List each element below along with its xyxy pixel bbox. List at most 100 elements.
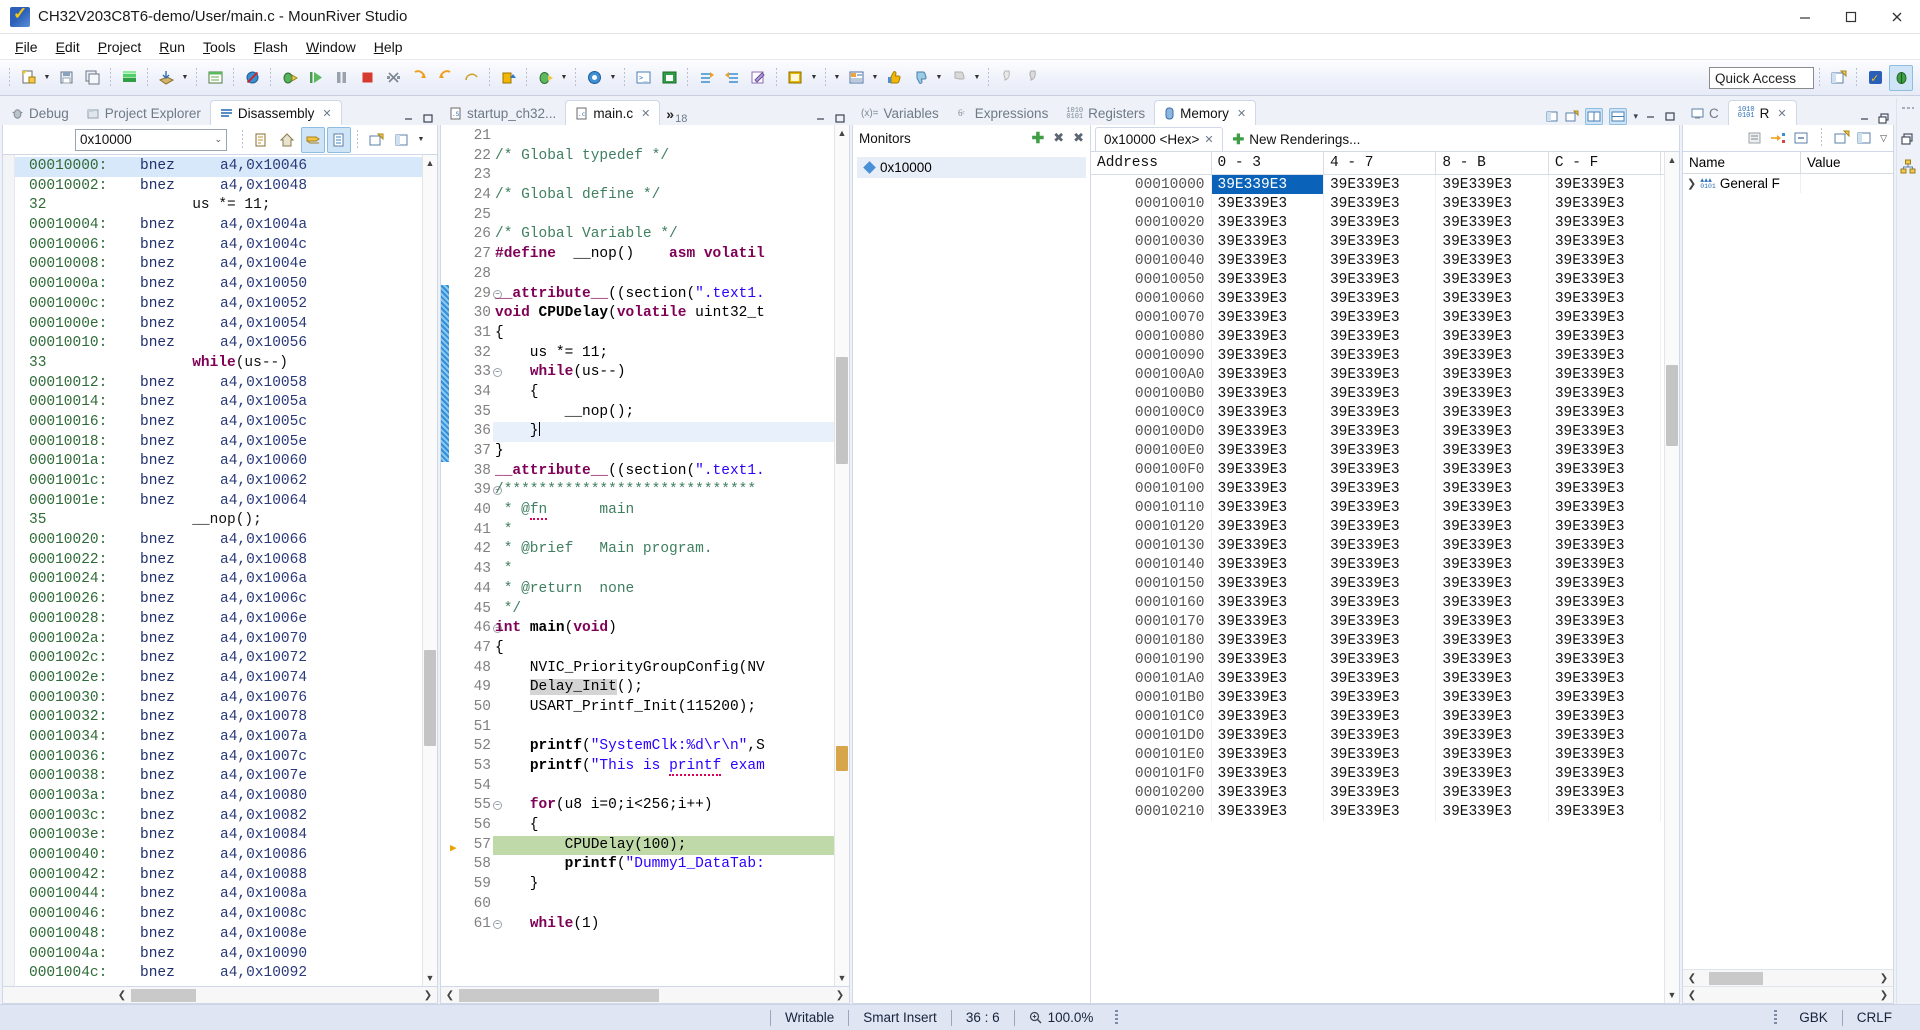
memory-data-cell[interactable]: 39E339E3 xyxy=(1211,289,1324,308)
memory-data-cell[interactable]: 39E339E3 xyxy=(1211,232,1324,251)
editor-line-number[interactable]: 32 xyxy=(449,344,493,364)
memory-data-cell[interactable]: 39E339E3 xyxy=(1211,422,1324,441)
editor-line-number[interactable]: 50 xyxy=(449,698,493,718)
memory-data-cell[interactable]: 39E339E3 xyxy=(1435,422,1549,441)
memory-row[interactable]: 00010180 39E339E3 39E339E3 39E339E3 39E339E3 xyxy=(1091,631,1679,650)
memory-column-header[interactable]: 8 - B xyxy=(1435,152,1549,175)
editor-line-number[interactable]: 37 xyxy=(449,442,493,462)
memory-data-cell[interactable]: 39E339E3 xyxy=(1435,441,1549,460)
memory-data-cell[interactable]: 39E339E3 xyxy=(1435,669,1549,688)
memory-data-cell[interactable]: 39E339E3 xyxy=(1435,745,1549,764)
editor-line-number[interactable]: 59 xyxy=(449,875,493,895)
memory-data-cell[interactable]: 39E339E3 xyxy=(1211,270,1324,289)
memory-row[interactable]: 00010030 39E339E3 39E339E3 39E339E3 39E339E3 xyxy=(1091,232,1679,251)
memory-data-cell[interactable]: 39E339E3 xyxy=(1435,213,1549,232)
disassembly-instruction-row[interactable]: 00010006: bnez a4,0x1004c xyxy=(15,236,437,256)
editor-line-number[interactable]: 47 xyxy=(449,639,493,659)
memory-data-cell[interactable]: 39E339E3 xyxy=(1548,593,1662,612)
remove-all-monitors-icon[interactable]: ✖ xyxy=(1073,130,1084,146)
show-addresses-icon[interactable] xyxy=(301,126,325,153)
disassembly-instruction-row[interactable]: 00010002: bnez a4,0x10048 xyxy=(15,177,437,197)
editor-line-number[interactable]: 35 xyxy=(449,403,493,423)
pin-view-icon[interactable] xyxy=(1545,110,1559,123)
maximize-editor-icon[interactable] xyxy=(833,112,846,125)
memory-data-cell[interactable]: 39E339E3 xyxy=(1548,555,1662,574)
memory-row[interactable]: 00010190 39E339E3 39E339E3 39E339E3 39E339E3 xyxy=(1091,650,1679,669)
memory-view-menu-chevron-icon[interactable]: ▾ xyxy=(1633,111,1638,122)
memory-data-cell[interactable]: 39E339E3 xyxy=(1211,174,1324,194)
disassembly-instruction-row[interactable]: 00010020: bnez a4,0x10066 xyxy=(15,531,437,551)
memory-data-cell[interactable]: 39E339E3 xyxy=(1323,593,1437,612)
editor-code-line[interactable] xyxy=(493,895,849,915)
editor-code-line[interactable]: printf("Dummy1_DataTab: xyxy=(493,855,849,875)
memory-data-cell[interactable]: 39E339E3 xyxy=(1435,194,1549,213)
scroll-left-icon[interactable]: ❮ xyxy=(441,990,459,1001)
memory-data-cell[interactable]: 39E339E3 xyxy=(1323,479,1437,498)
profile-dropdown[interactable] xyxy=(607,65,619,91)
menu-run[interactable]: Run xyxy=(150,36,194,58)
memory-data-cell[interactable]: 39E339E3 xyxy=(1211,308,1324,327)
menu-file[interactable]: File xyxy=(6,36,47,58)
memory-data-cell[interactable]: 39E339E3 xyxy=(1323,650,1437,669)
properties-dropdown[interactable] xyxy=(869,65,881,91)
memory-data-cell[interactable]: 39E339E3 xyxy=(1323,384,1437,403)
memory-data-cell[interactable]: 39E339E3 xyxy=(1548,174,1662,194)
disassembly-instruction-row[interactable]: 00010012: bnez a4,0x10058 xyxy=(15,374,437,394)
minimize-registers-icon[interactable] xyxy=(1858,112,1871,125)
memory-data-cell[interactable]: 39E339E3 xyxy=(1323,574,1437,593)
editor-vertical-scrollbar[interactable]: ▲ ▼ xyxy=(834,125,849,986)
memory-data-cell[interactable]: 39E339E3 xyxy=(1548,289,1662,308)
scroll-thumb-h[interactable] xyxy=(131,988,196,1002)
disassembly-instruction-row[interactable]: 0001004c: bnez a4,0x10092 xyxy=(15,964,437,984)
editor-code-line[interactable]: int main(void) xyxy=(493,619,849,639)
memory-row[interactable]: 000101A0 39E339E3 39E339E3 39E339E3 39E339E3 xyxy=(1091,669,1679,688)
minimize-button[interactable] xyxy=(1782,0,1828,34)
scroll-left-icon[interactable]: ❮ xyxy=(1683,990,1701,1001)
memory-data-cell[interactable]: 39E339E3 xyxy=(1435,289,1549,308)
memory-row[interactable]: 00010010 39E339E3 39E339E3 39E339E3 39E339E3 xyxy=(1091,194,1679,213)
disassembly-source-row[interactable]: 32 us *= 11; xyxy=(15,196,437,216)
scroll-thumb-h[interactable] xyxy=(459,988,659,1002)
disassembly-instruction-row[interactable]: 0001003a: bnez a4,0x10080 xyxy=(15,787,437,807)
editor-code-line[interactable]: /***************************** xyxy=(493,481,849,501)
disassembly-instruction-row[interactable]: 00010016: bnez a4,0x1005c xyxy=(15,413,437,433)
memory-data-cell[interactable]: 39E339E3 xyxy=(1435,593,1549,612)
step-into-icon[interactable] xyxy=(407,65,431,91)
editor-line-number[interactable]: 34 xyxy=(449,383,493,403)
editor-line-number[interactable]: 26 xyxy=(449,225,493,245)
memory-row[interactable]: 00010150 39E339E3 39E339E3 39E339E3 39E339E3 xyxy=(1091,574,1679,593)
memory-data-cell[interactable]: 39E339E3 xyxy=(1435,384,1549,403)
memory-data-cell[interactable]: 39E339E3 xyxy=(1211,517,1324,536)
registers-row[interactable]: ❯ ▲▲▲ 0101 General F xyxy=(1683,174,1893,193)
step-over-icon[interactable] xyxy=(433,65,457,91)
disassembly-address-combo[interactable]: 0x10000 ⌄ xyxy=(75,128,227,151)
memory-data-cell[interactable]: 39E339E3 xyxy=(1211,441,1324,460)
memory-row[interactable]: 00010110 39E339E3 39E339E3 39E339E3 39E339E3 xyxy=(1091,498,1679,517)
memory-data-cell[interactable]: 39E339E3 xyxy=(1548,479,1662,498)
disassembly-instruction-row[interactable]: 0001004a: bnez a4,0x10090 xyxy=(15,945,437,965)
memory-data-cell[interactable]: 39E339E3 xyxy=(1435,327,1549,346)
registers-row-name-cell[interactable]: ❯ ▲▲▲ 0101 General F xyxy=(1683,174,1801,193)
scroll-track-h[interactable] xyxy=(131,988,419,1002)
editor-line-number[interactable]: 33− xyxy=(449,363,502,383)
memory-data-cell[interactable]: 39E339E3 xyxy=(1323,631,1437,650)
memory-data-cell[interactable]: 39E339E3 xyxy=(1211,688,1324,707)
memory-data-cell[interactable]: 39E339E3 xyxy=(1323,365,1437,384)
editor-code-line[interactable]: * xyxy=(493,521,849,541)
editor-code-line[interactable]: } xyxy=(493,422,849,442)
editor-code-line[interactable]: Delay_Init(); xyxy=(493,678,849,698)
new-registers-view-icon[interactable] xyxy=(1834,130,1850,146)
registers-horizontal-scrollbar-2[interactable]: ❮ ❯ xyxy=(1683,986,1893,1003)
tab-main-c[interactable]: .c main.c ✕ xyxy=(565,100,661,125)
memory-row[interactable]: 000100A0 39E339E3 39E339E3 39E339E3 39E339E3 xyxy=(1091,365,1679,384)
memory-data-cell[interactable]: 39E339E3 xyxy=(1548,232,1662,251)
memory-data-cell[interactable]: 39E339E3 xyxy=(1435,174,1549,194)
memory-data-cell[interactable]: 39E339E3 xyxy=(1548,536,1662,555)
disassembly-instruction-row[interactable]: 00010034: bnez a4,0x1007a xyxy=(15,728,437,748)
download-dropdown[interactable] xyxy=(179,65,191,91)
memory-data-cell[interactable]: 39E339E3 xyxy=(1323,174,1437,194)
editor-line-number[interactable]: 42 xyxy=(449,540,493,560)
editor-code-line[interactable]: USART_Printf_Init(115200); xyxy=(493,698,849,718)
forward-navigation-dropdown[interactable] xyxy=(831,65,843,91)
editor-line-number[interactable]: 22 xyxy=(449,147,493,167)
